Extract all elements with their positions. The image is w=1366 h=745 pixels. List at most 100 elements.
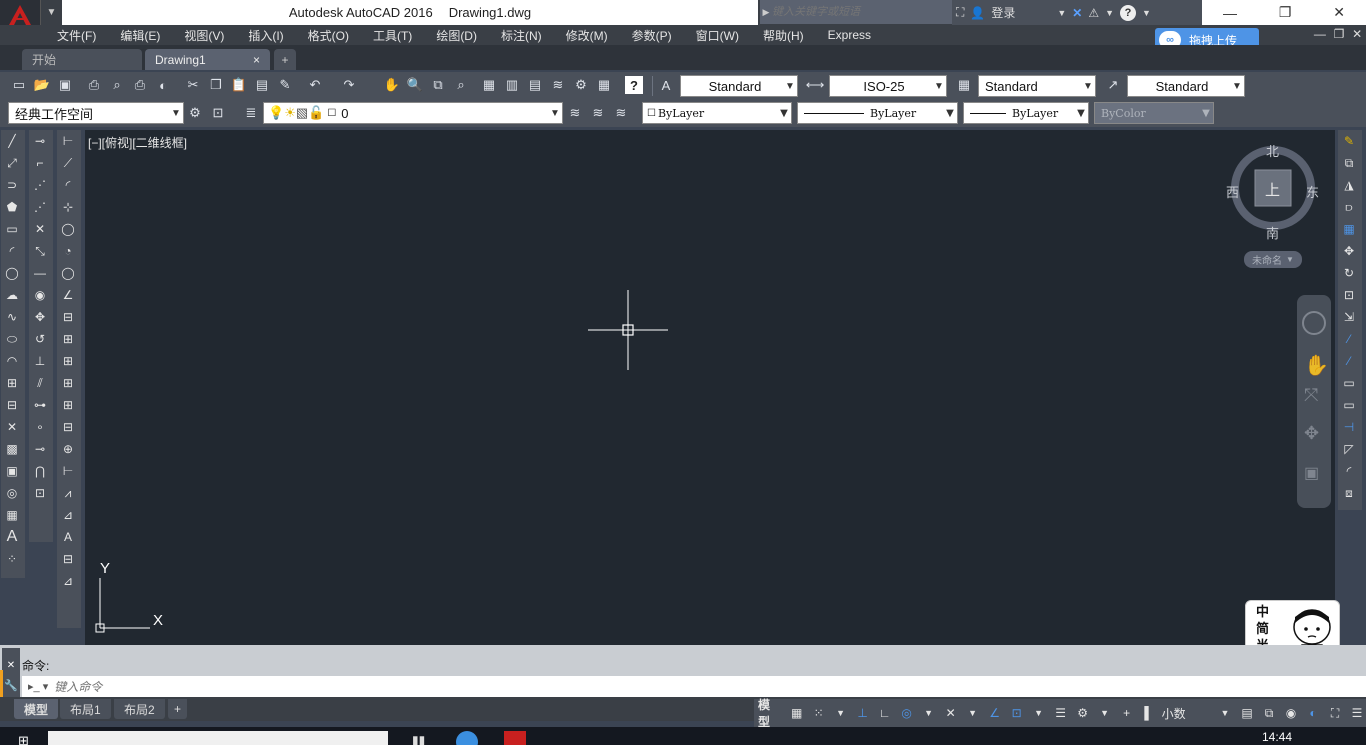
inspection-icon[interactable]: ⊢ [57, 460, 79, 482]
join-icon[interactable]: ⊶ [29, 394, 51, 416]
help-icon[interactable]: ? [1120, 4, 1137, 21]
publish-icon[interactable]: ⎙ [131, 76, 149, 94]
tab-model[interactable]: 模型 [14, 699, 59, 719]
join-right-icon[interactable]: ⊣ [1338, 416, 1360, 438]
radius-icon[interactable]: ◯ [57, 218, 79, 240]
new-tab-button[interactable]: + [274, 49, 296, 70]
tab-close-icon[interactable]: × [253, 53, 260, 67]
mirror-icon[interactable]: ⋰ [29, 174, 51, 196]
wrench-icon[interactable]: 🔧 [2, 679, 20, 692]
rectangle-icon[interactable]: ▭ [1, 218, 23, 240]
steering-wheel-icon[interactable] [1302, 311, 1326, 335]
units-dropdown-icon[interactable]: ▼ [1216, 703, 1234, 723]
menu-window[interactable]: 窗口(W) [684, 27, 751, 44]
move-right-icon[interactable]: ✥ [1338, 240, 1360, 262]
multileader-style-select[interactable]: Standard ▼ [1127, 75, 1245, 97]
offset-right-icon[interactable]: ⫐ [1338, 196, 1360, 218]
polar-tracking-icon[interactable]: ◎ [898, 703, 916, 723]
tab-layout1[interactable]: 布局1 [60, 699, 111, 719]
doc-restore-icon[interactable]: ❐ [1334, 27, 1345, 43]
render-icon[interactable]: ◐ [154, 76, 172, 94]
circle-icon[interactable]: ◯ [1, 262, 23, 284]
menu-view[interactable]: 视图(V) [172, 27, 236, 44]
polygon-icon[interactable]: ⬟ [1, 196, 23, 218]
make-block-icon[interactable]: ⊟ [1, 394, 23, 416]
make-current-layer-icon[interactable]: ≋ [566, 104, 584, 122]
offset-icon[interactable]: ⋰ [29, 196, 51, 218]
ellipse-icon[interactable]: ⬭ [1, 328, 23, 350]
angular-icon[interactable]: ∠ [57, 284, 79, 306]
pan-nav-icon[interactable]: ✋ [1304, 353, 1329, 378]
viewport-controls-label[interactable]: [−][俯视][二维线框] [88, 134, 187, 151]
dimension-style-toolbar-icon[interactable]: ⊿ [57, 570, 79, 592]
zoom-previous-icon[interactable]: ⌕ [452, 76, 470, 94]
hardware-acceleration-icon[interactable]: ◉ [1282, 703, 1300, 723]
revision-cloud-icon[interactable]: ☁ [1, 284, 23, 306]
zoom-realtime-icon[interactable]: 🔍 [406, 76, 424, 94]
redo-icon[interactable]: ↷ [340, 76, 358, 94]
save-icon[interactable]: ▣ [56, 76, 74, 94]
cut-icon[interactable]: ✂ [184, 76, 202, 94]
menu-draw[interactable]: 绘图(D) [424, 27, 489, 44]
menu-parametric[interactable]: 参数(P) [620, 27, 684, 44]
copy-right-icon[interactable]: ⧉ [1338, 152, 1360, 174]
move-icon[interactable]: ⤡ [29, 240, 51, 262]
array-icon[interactable]: ✕ [29, 218, 51, 240]
break-right-icon[interactable]: ▭ [1338, 394, 1360, 416]
annotation-monitor-icon[interactable]: + [1118, 703, 1136, 723]
search-expand-icon[interactable]: ▶ [760, 7, 772, 18]
ellipse-arc-icon[interactable]: ◠ [1, 350, 23, 372]
taskbar-search-box[interactable] [48, 731, 388, 745]
baseline-icon[interactable]: ⊞ [57, 328, 79, 350]
continue-icon[interactable]: ⊞ [57, 350, 79, 372]
insert-block-icon[interactable]: ⊞ [1, 372, 23, 394]
close-icon[interactable]: ✕ [1333, 4, 1345, 21]
minimize-icon[interactable]: — [1223, 5, 1237, 21]
close-command-icon[interactable]: ✕ [2, 660, 20, 671]
text-style-select[interactable]: Standard ▼ [680, 75, 798, 97]
viewcube-south[interactable]: 南 [1266, 223, 1279, 242]
polar-dropdown-icon[interactable]: ▼ [920, 703, 938, 723]
diameter-icon[interactable]: ◯ [57, 262, 79, 284]
layer-properties-icon[interactable]: ≣ [242, 104, 260, 122]
object-snap-tracking-icon[interactable]: ∠ [986, 703, 1004, 723]
fillet-right-icon[interactable]: ◜ [1338, 460, 1360, 482]
dimension-style-select[interactable]: ISO-25 ▼ [829, 75, 947, 97]
command-line-grip[interactable]: ✕ 🔧 [2, 648, 20, 698]
menu-edit[interactable]: 编辑(E) [108, 27, 172, 44]
exchange-apps-icon[interactable]: ✕ [1072, 6, 1082, 20]
multileader-style-icon[interactable]: ↗ [1104, 76, 1122, 94]
construction-line-icon[interactable]: ⤢ [1, 152, 23, 174]
chamfer-icon[interactable]: ∘ [29, 416, 51, 438]
break-at-point-icon[interactable]: ▭ [1338, 372, 1360, 394]
color-select[interactable]: ☐ ByLayer ▼ [642, 102, 792, 124]
center-mark-icon[interactable]: ⊕ [57, 438, 79, 460]
isodraft-icon[interactable]: ✕ [942, 703, 960, 723]
jogged-icon[interactable]: ◔ [57, 240, 79, 262]
erase-icon[interactable]: ⊸ [29, 130, 51, 152]
user-icon[interactable]: 👤 [970, 6, 985, 20]
sheet-set-icon[interactable]: ≋ [549, 76, 567, 94]
command-input[interactable] [54, 679, 955, 694]
workspace-dropdown-icon[interactable]: ▼ [1096, 703, 1114, 723]
trim-right-icon[interactable]: ⁄ [1338, 328, 1360, 350]
annotation-scale-icon[interactable]: ⚙ [1074, 703, 1092, 723]
calculator-icon[interactable]: ▦ [595, 76, 613, 94]
paste-icon[interactable]: 📋 [230, 76, 248, 94]
windows-start-icon[interactable]: ⊞ [18, 733, 29, 745]
break-icon[interactable]: ⫽ [29, 372, 51, 394]
osnap-dropdown-icon[interactable]: ▼ [1030, 703, 1048, 723]
dimension-style-icon[interactable]: ⟷ [806, 76, 825, 94]
stretch-right-icon[interactable]: ⇲ [1338, 306, 1360, 328]
menu-dimension[interactable]: 标注(N) [489, 27, 554, 44]
units-value[interactable]: 小数 [1162, 705, 1212, 722]
login-link[interactable]: 登录 [991, 4, 1015, 21]
units-icon[interactable]: ▌ [1140, 703, 1158, 723]
command-prompt-icon[interactable]: ▸_ ▾ [22, 680, 54, 693]
a360-icon[interactable]: ⚠ [1088, 6, 1099, 20]
workspace-select[interactable]: 经典工作空间 ▼ [8, 102, 184, 124]
linear-dimension-icon[interactable]: ⊢ [57, 130, 79, 152]
spline-icon[interactable]: ∿ [1, 306, 23, 328]
ortho-icon[interactable]: ∟ [876, 703, 894, 723]
rotate-right-icon[interactable]: ↻ [1338, 262, 1360, 284]
